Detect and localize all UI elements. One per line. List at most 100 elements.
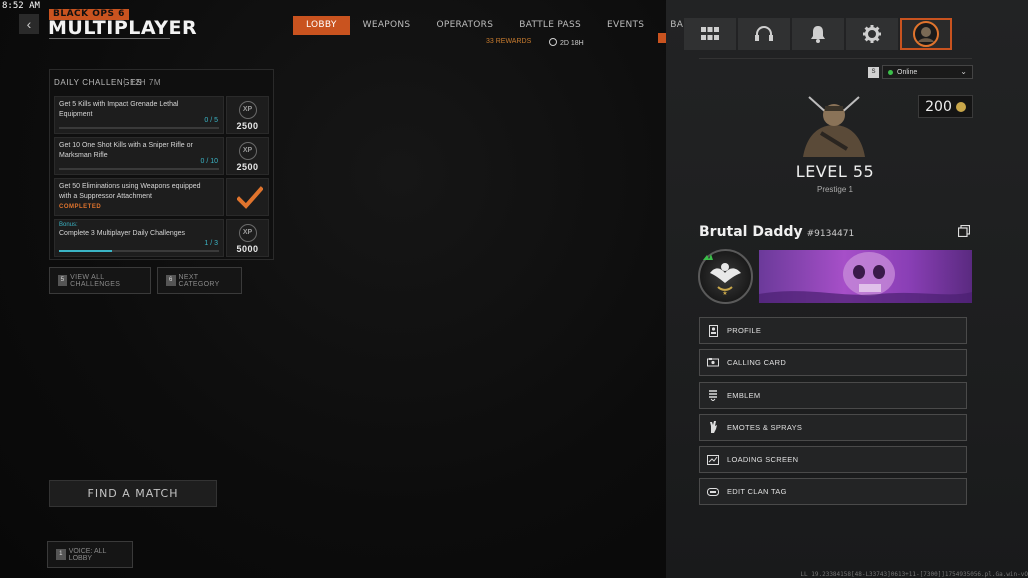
xp-icon: XP — [238, 101, 257, 119]
panel-edge-marker — [658, 33, 666, 43]
tab-weapons[interactable]: WEAPONS — [350, 16, 424, 35]
menu-label: EMOTES & SPRAYS — [727, 422, 803, 432]
player-emblem[interactable]: ★ — [698, 249, 753, 304]
bell-icon — [811, 26, 825, 43]
challenge-text: Get 50 Eliminations using Weapons equipp… — [59, 183, 201, 200]
skull-calling-card-art — [759, 252, 972, 303]
loading-screen-icon — [707, 454, 719, 466]
player-name: Brutal Daddy #9134471 — [699, 224, 854, 240]
tab-notifications[interactable] — [792, 18, 844, 50]
cod-points-balance[interactable]: 200 — [918, 95, 973, 118]
menu-loading-screen[interactable]: LOADING SCREEN — [699, 446, 967, 474]
events-timer: 2D 18H — [549, 38, 584, 47]
find-a-match-button[interactable]: FIND A MATCH — [49, 480, 217, 507]
top-nav: LOBBY WEAPONS OPERATORS BATTLE PASS EVEN… — [293, 16, 734, 35]
challenge-text: Complete 3 Multiplayer Daily Challenges — [59, 230, 186, 237]
challenge-reward: XP 2500 — [226, 96, 269, 134]
menu-label: EMBLEM — [727, 390, 761, 400]
player-id: #9134471 — [806, 229, 855, 239]
button-label: VIEW ALL CHALLENGES — [70, 273, 121, 288]
divider — [699, 58, 972, 59]
button-label: NEXT CATEGORY — [178, 273, 220, 288]
tab-settings[interactable] — [846, 18, 898, 50]
keybind: 1 — [56, 549, 66, 560]
challenge-row[interactable]: Get 50 Eliminations using Weapons equipp… — [54, 178, 269, 216]
challenge-text: Get 5 Kills with Impact Grenade Lethal E… — [59, 101, 179, 118]
menu-label: EDIT CLAN TAG — [727, 487, 787, 497]
calling-card-icon — [707, 357, 719, 369]
tab-battle-pass[interactable]: BATTLE PASS — [506, 16, 594, 35]
clan-tag-icon — [707, 486, 719, 498]
challenge-reward: XP 5000 — [226, 219, 269, 257]
svg-text:★: ★ — [722, 290, 727, 297]
profile-menu: PROFILE CALLING CARD EMBLEM EMOTES & SPR… — [699, 317, 967, 511]
xp-icon: XP — [238, 224, 257, 242]
side-tabs — [684, 18, 952, 50]
menu-edit-clan-tag[interactable]: EDIT CLAN TAG — [699, 478, 967, 506]
logo-underline — [49, 38, 170, 39]
tab-profile[interactable] — [900, 18, 952, 50]
challenge-body: Get 5 Kills with Impact Grenade Lethal E… — [54, 96, 224, 134]
challenge-text: Get 10 One Shot Kills with a Sniper Rifl… — [59, 142, 193, 159]
back-button[interactable]: ‹ — [19, 14, 39, 34]
keybind: S — [868, 66, 879, 78]
challenges-timer: 12H 7M — [124, 78, 161, 87]
calling-card[interactable] — [759, 250, 972, 303]
tab-events[interactable]: EVENTS — [594, 16, 657, 35]
emblem-icon — [707, 389, 719, 402]
view-all-challenges-button[interactable]: 5 VIEW ALL CHALLENGES — [49, 267, 151, 294]
online-status: S Online ⌄ — [868, 65, 973, 79]
timer-icon — [549, 38, 557, 46]
events-timer-text: 2D 18H — [560, 40, 584, 47]
gear-icon — [863, 25, 881, 43]
challenge-reward: XP 2500 — [226, 137, 269, 175]
menu-label: PROFILE — [727, 326, 762, 335]
reward-value: 5000 — [236, 244, 259, 254]
logo-title: MULTIPLAYER — [48, 17, 198, 39]
menu-profile[interactable]: PROFILE — [699, 317, 967, 344]
challenge-progress: 0 / 10 — [200, 158, 218, 165]
cod-points-icon — [955, 101, 966, 112]
daily-challenges-panel: DAILY CHALLENGES 12H 7M Get 5 Kills with… — [49, 69, 274, 260]
challenge-progress: 1 / 3 — [204, 240, 218, 247]
tab-social[interactable] — [738, 18, 790, 50]
challenge-body: Bonus: Complete 3 Multiplayer Daily Chal… — [54, 219, 224, 257]
challenge-progress-bar — [59, 127, 219, 129]
challenge-row[interactable]: Get 10 One Shot Kills with a Sniper Rifl… — [54, 137, 269, 175]
reward-value: 2500 — [236, 162, 259, 172]
status-label: Online — [897, 68, 918, 76]
chevron-left-icon: ‹ — [26, 16, 32, 32]
online-dot-icon — [888, 69, 893, 75]
player-gamertag: Brutal Daddy — [699, 224, 803, 240]
menu-label: LOADING SCREEN — [727, 455, 799, 465]
copy-icon[interactable] — [958, 225, 970, 237]
menu-label: CALLING CARD — [727, 358, 787, 368]
challenge-row[interactable]: Get 5 Kills with Impact Grenade Lethal E… — [54, 96, 269, 134]
profile-icon — [707, 324, 719, 337]
voice-chat-button[interactable]: 1 VOICE: ALL LOBBY — [47, 541, 133, 568]
challenge-row-bonus[interactable]: Bonus: Complete 3 Multiplayer Daily Chal… — [54, 219, 269, 257]
challenge-progress-bar — [59, 168, 219, 170]
player-level: LEVEL 55 — [795, 162, 875, 181]
status-dropdown[interactable]: Online ⌄ — [882, 65, 973, 79]
eagle-emblem-icon: ★ — [703, 254, 741, 297]
chevron-down-icon: ⌄ — [960, 67, 967, 76]
system-clock: 8:52 AM — [2, 1, 40, 11]
xp-icon: XP — [238, 142, 257, 160]
challenge-reward — [226, 178, 269, 216]
challenge-progress: 0 / 5 — [204, 117, 218, 124]
tab-lobby[interactable]: LOBBY — [293, 16, 350, 35]
tab-operators[interactable]: OPERATORS — [423, 16, 506, 35]
bonus-label: Bonus: — [59, 222, 78, 228]
keybind: 5 — [58, 275, 68, 286]
menu-emotes-sprays[interactable]: EMOTES & SPRAYS — [699, 413, 967, 441]
challenge-progress-bar — [59, 250, 219, 252]
operator-portrait — [803, 96, 865, 157]
menu-calling-card[interactable]: CALLING CARD — [699, 349, 967, 377]
tab-home-grid[interactable] — [684, 18, 736, 50]
challenge-body: Get 50 Eliminations using Weapons equipp… — [54, 178, 224, 216]
reward-value: 2500 — [236, 121, 259, 131]
menu-emblem[interactable]: EMBLEM — [699, 381, 967, 409]
next-category-button[interactable]: 6 NEXT CATEGORY — [157, 267, 242, 294]
challenge-status: COMPLETED — [59, 204, 102, 210]
